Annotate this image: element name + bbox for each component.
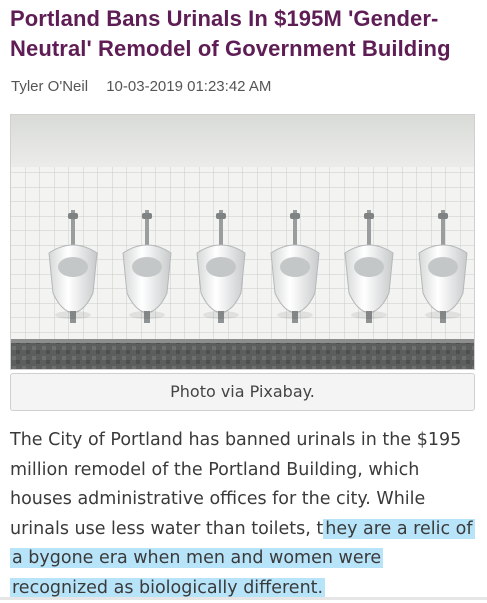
article-headline: Portland Bans Urinals In $195M 'Gender-N… [10, 6, 451, 61]
byline: Tyler O'Neil 10-03-2019 01:23:42 AM [11, 78, 471, 95]
article-photo [10, 114, 475, 370]
article-body: The City of Portland has banned urinals … [10, 426, 480, 603]
publish-datetime: 10-03-2019 01:23:42 AM [106, 78, 272, 95]
urinals-photo [11, 115, 474, 369]
author-name[interactable]: Tyler O'Neil [11, 78, 88, 95]
photo-caption: Photo via Pixabay. [10, 373, 475, 411]
